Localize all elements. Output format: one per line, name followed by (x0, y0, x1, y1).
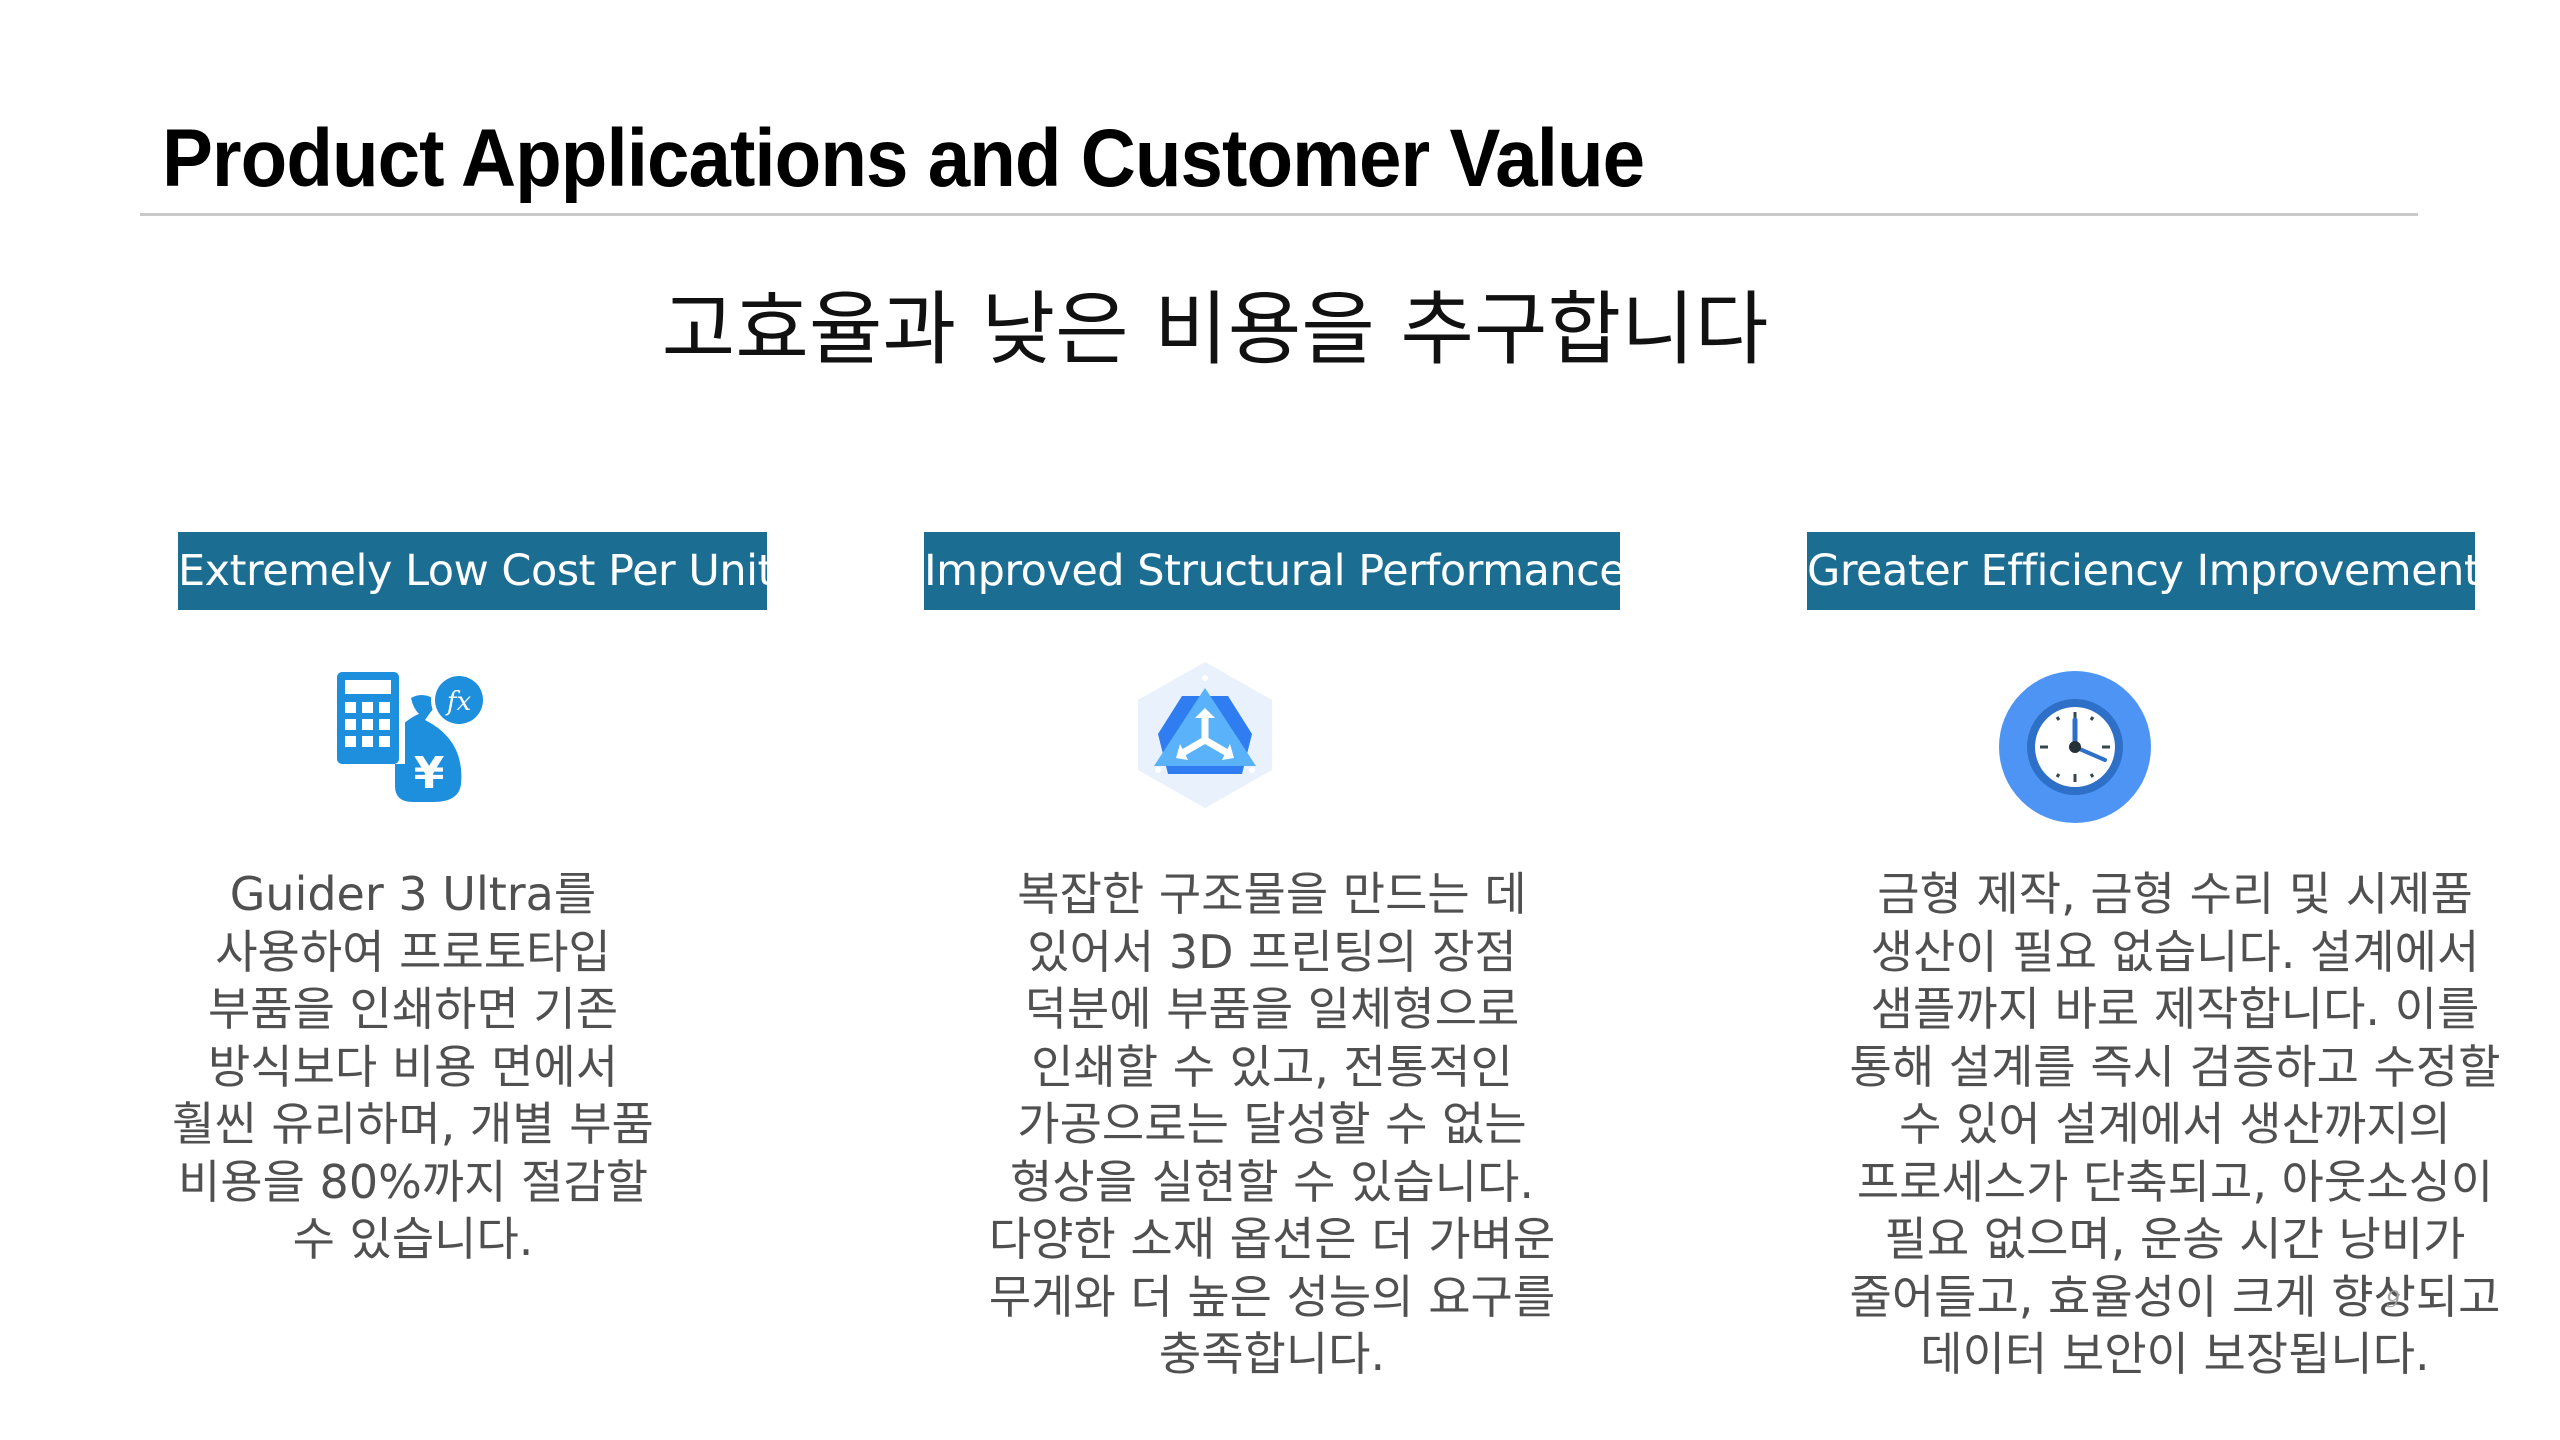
body-line: 수 있습니다. (292, 1212, 534, 1266)
column-body-efficiency: 금형 제작, 금형 수리 및 시제품 생산이 필요 없습니다. 설계에서 샘플까… (1795, 866, 2555, 1384)
body-line: 방식보다 비용 면에서 (207, 1039, 619, 1094)
body-line: 데이터 보안이 보장됩니다. (1920, 1327, 2430, 1381)
column-header-cost: Extremely Low Cost Per Unit (178, 532, 774, 610)
body-line: 훨씬 유리하며, 개별 부품 (172, 1097, 654, 1151)
page-number: 9 (2386, 1288, 2400, 1313)
slide-title: Product Applications and Customer Value (162, 113, 1645, 204)
body-line: 부품을 인쇄하면 기존 (207, 982, 619, 1036)
body-line: 샘플까지 바로 제작합니다. 이를 (1870, 982, 2480, 1036)
body-line: 금형 제작, 금형 수리 및 시제품 (1877, 867, 2473, 921)
body-line: 무게와 더 높은 성능의 요구를 (988, 1269, 1556, 1324)
body-line: 인쇄할 수 있고, 전통적인 (1031, 1039, 1513, 1094)
body-line: 있어서 3D 프린팅의 장점 (1027, 924, 1517, 979)
column-header-structure: Improved Structural Performance (924, 532, 1626, 610)
clock-icon (1998, 670, 2152, 824)
svg-text:¥: ¥ (414, 748, 445, 799)
body-line: 가공으로는 달성할 수 없는 (1017, 1097, 1527, 1151)
column-header-efficiency: Greater Efficiency Improvement (1807, 532, 2481, 610)
body-line: 비용을 80%까지 절감할 (177, 1154, 649, 1209)
structure-hexagon-icon (1130, 658, 1280, 812)
body-line: 형상을 실현할 수 있습니다. (1009, 1154, 1534, 1209)
title-divider (140, 213, 2418, 216)
svg-text:fx: fx (445, 687, 472, 717)
body-line: 수 있어 설계에서 생산까지의 (1899, 1097, 2451, 1151)
body-line: 덕분에 부품을 일체형으로 (1024, 982, 1520, 1036)
body-line: 사용하여 프로토타입 (215, 924, 611, 979)
slide-subtitle: 고효율과 낮은 비용을 추구합니다 (661, 283, 1769, 376)
column-body-cost: Guider 3 Ultra를 사용하여 프로토타입 부품을 인쇄하면 기존 방… (113, 866, 713, 1269)
body-line: 통해 설계를 즉시 검증하고 수정할 (1849, 1039, 2501, 1094)
body-line: Guider 3 Ultra를 (229, 867, 597, 921)
body-line: 복잡한 구조물을 만드는 데 (1017, 867, 1527, 921)
body-line: 프로세스가 단축되고, 아웃소싱이 (1856, 1154, 2494, 1209)
body-line: 충족합니다. (1158, 1327, 1386, 1381)
calculator-money-bag-icon: ¥ fx (333, 664, 493, 804)
body-line: 필요 없으며, 운송 시간 낭비가 (1884, 1212, 2466, 1266)
body-line: 줄어들고, 효율성이 크게 향상되고 (1849, 1269, 2501, 1324)
body-line: 생산이 필요 없습니다. 설계에서 (1870, 924, 2480, 979)
column-body-structure: 복잡한 구조물을 만드는 데 있어서 3D 프린팅의 장점 덕분에 부품을 일체… (922, 866, 1622, 1384)
body-line: 다양한 소재 옵션은 더 가벼운 (988, 1212, 1556, 1266)
